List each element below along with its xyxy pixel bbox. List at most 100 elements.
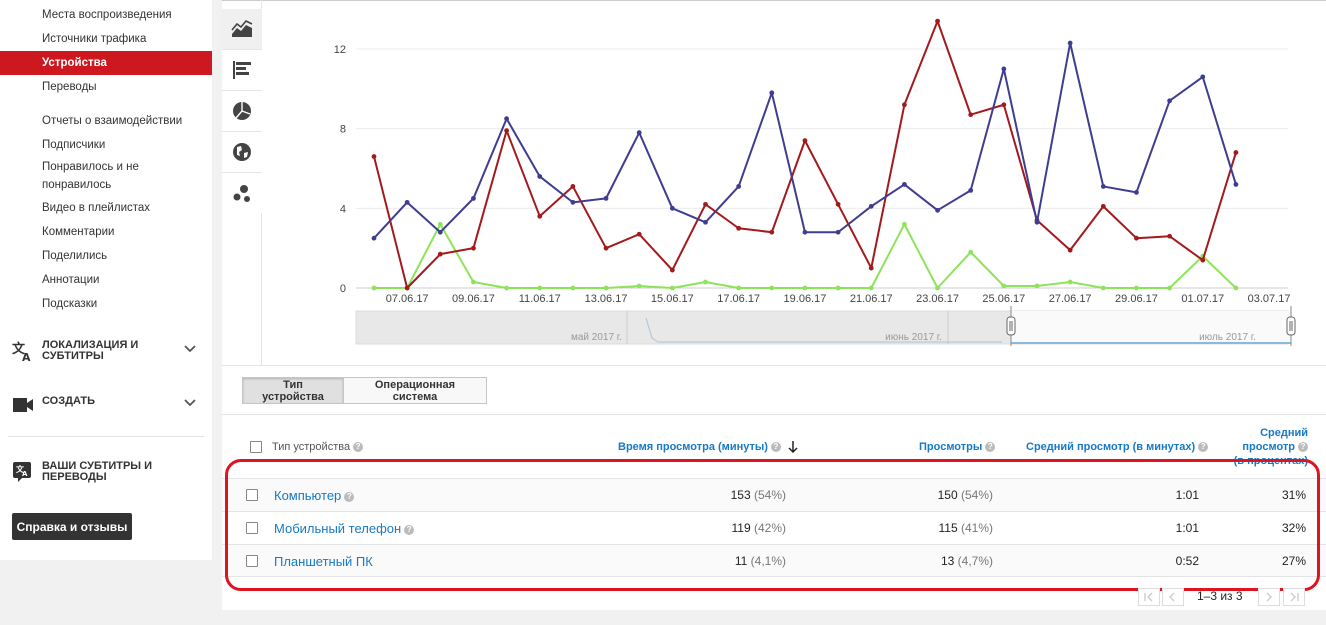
x-tick-label: 19.06.17 <box>784 293 827 305</box>
prev-page-button[interactable] <box>1162 588 1184 606</box>
red-highlight-annotation <box>225 459 1320 591</box>
help-feedback-button[interactable]: Справка и отзывы <box>12 513 132 540</box>
column-header-device: Тип устройства? <box>272 441 364 453</box>
sort-down-arrow-icon <box>788 441 798 454</box>
sidebar-item-annotations[interactable]: Аннотации <box>0 271 212 289</box>
chevron-down-icon <box>184 345 196 353</box>
data-point <box>769 229 775 235</box>
header-label: Просмотры <box>919 441 983 453</box>
data-point <box>1167 285 1172 291</box>
header-label: просмотр <box>1242 441 1295 453</box>
x-tick-label: 29.06.17 <box>1115 293 1158 305</box>
data-point <box>802 285 808 291</box>
data-point <box>1100 203 1106 209</box>
data-point <box>636 231 642 237</box>
tab-device-type[interactable]: Тип устройства <box>242 377 344 404</box>
sidebar-item-devices[interactable]: Устройства <box>0 51 212 75</box>
help-icon[interactable]: ? <box>770 442 781 453</box>
subtitles-translate-icon: 文 A <box>13 462 31 482</box>
data-point <box>769 285 775 291</box>
sidebar-item-translations[interactable]: Переводы <box>0 78 212 96</box>
x-tick-label: 23.06.17 <box>916 293 959 305</box>
sidebar-heading-engagement[interactable]: Отчеты о взаимодействии <box>0 112 212 130</box>
column-header-avg-view[interactable]: Средний просмотр (в минутах)? <box>1026 441 1209 453</box>
data-point <box>1200 257 1206 263</box>
sidebar-item-playlists[interactable]: Видео в плейлистах <box>0 199 212 217</box>
next-page-button[interactable] <box>1258 588 1280 606</box>
data-point <box>404 199 410 205</box>
sidebar-item-comments[interactable]: Комментарии <box>0 223 212 241</box>
sidebar-item-traffic-sources[interactable]: Источники трафика <box>0 30 212 48</box>
svg-text:A: A <box>22 470 28 478</box>
translate-icon: 文 A <box>12 341 31 362</box>
help-icon[interactable]: ? <box>353 442 364 453</box>
series-line <box>373 20 1237 289</box>
data-point <box>935 207 940 213</box>
sidebar-item-sharing[interactable]: Поделились <box>0 247 212 265</box>
x-tick-label: 15.06.17 <box>651 293 694 305</box>
navigator-handle <box>1006 316 1016 336</box>
data-point <box>371 285 377 291</box>
navigator-month-label: май 2017 г. <box>571 332 622 343</box>
chevron-down-icon <box>184 399 196 407</box>
data-point <box>404 285 410 291</box>
data-point <box>835 229 841 235</box>
sidebar-item-likes-dislikes[interactable]: Понравилось и не понравилось <box>0 158 160 194</box>
data-point <box>603 285 609 291</box>
data-point <box>437 229 443 235</box>
sidebar-section-label: Ваши субтитры и переводы <box>42 460 153 483</box>
data-point <box>802 138 808 144</box>
data-point <box>1034 283 1040 289</box>
data-point <box>471 279 476 285</box>
data-point <box>636 130 642 136</box>
data-point <box>1001 66 1007 72</box>
data-point <box>935 285 940 291</box>
data-point <box>703 219 708 225</box>
column-header-watch-time[interactable]: Время просмотра (минуты)? <box>618 441 798 454</box>
data-point <box>1167 98 1172 104</box>
help-icon[interactable]: ? <box>1198 442 1209 453</box>
data-point <box>1034 219 1040 225</box>
data-point <box>371 235 377 241</box>
select-all-checkbox[interactable] <box>250 441 262 453</box>
x-tick-label: 07.06.17 <box>386 293 429 305</box>
data-point <box>504 116 509 122</box>
data-point <box>1134 235 1139 241</box>
sidebar-section-create[interactable]: Создать <box>0 390 212 430</box>
data-point <box>669 285 675 291</box>
data-point <box>570 285 576 291</box>
y-tick-label: 8 <box>340 124 346 136</box>
x-tick-label: 27.06.17 <box>1049 293 1092 305</box>
column-header-views[interactable]: Просмотры? <box>919 441 996 453</box>
help-icon[interactable]: ? <box>985 442 996 453</box>
sidebar-divider <box>8 436 204 437</box>
x-tick-label: 11.06.17 <box>519 293 561 305</box>
data-point <box>1067 40 1073 46</box>
tab-operating-system[interactable]: Операционная система <box>343 377 487 404</box>
time-navigator[interactable]: май 2017 г. июнь 2017 г. июль 2017 г. <box>355 306 1296 346</box>
data-point <box>902 221 907 227</box>
data-point <box>371 154 377 159</box>
header-label: Тип устройства <box>272 441 351 453</box>
x-tick-label: 25.06.17 <box>982 293 1025 305</box>
data-point <box>1233 182 1239 187</box>
sidebar-item-cards[interactable]: Подсказки <box>0 295 212 313</box>
first-page-icon <box>1144 592 1153 602</box>
sidebar-section-your-subtitles[interactable]: 文 A Ваши субтитры и переводы <box>0 457 212 497</box>
x-tick-label: 13.06.17 <box>585 293 628 305</box>
data-point <box>1067 247 1073 253</box>
sidebar: Места воспроизведения Источники трафика … <box>0 0 212 560</box>
data-point <box>603 195 609 201</box>
data-point <box>902 102 907 108</box>
data-point <box>1233 150 1239 155</box>
help-icon[interactable]: ? <box>1298 442 1308 453</box>
x-tick-label: 09.06.17 <box>452 293 495 305</box>
data-point <box>868 265 874 271</box>
sidebar-item-playback-locations[interactable]: Места воспроизведения <box>0 6 212 24</box>
data-point <box>835 201 841 207</box>
y-tick-label: 0 <box>340 283 346 295</box>
first-page-button[interactable] <box>1138 588 1160 606</box>
last-page-button[interactable] <box>1283 588 1305 606</box>
sidebar-section-localization[interactable]: 文 A Локализация и субтитры <box>0 336 212 376</box>
sidebar-item-subscribers[interactable]: Подписчики <box>0 136 212 154</box>
